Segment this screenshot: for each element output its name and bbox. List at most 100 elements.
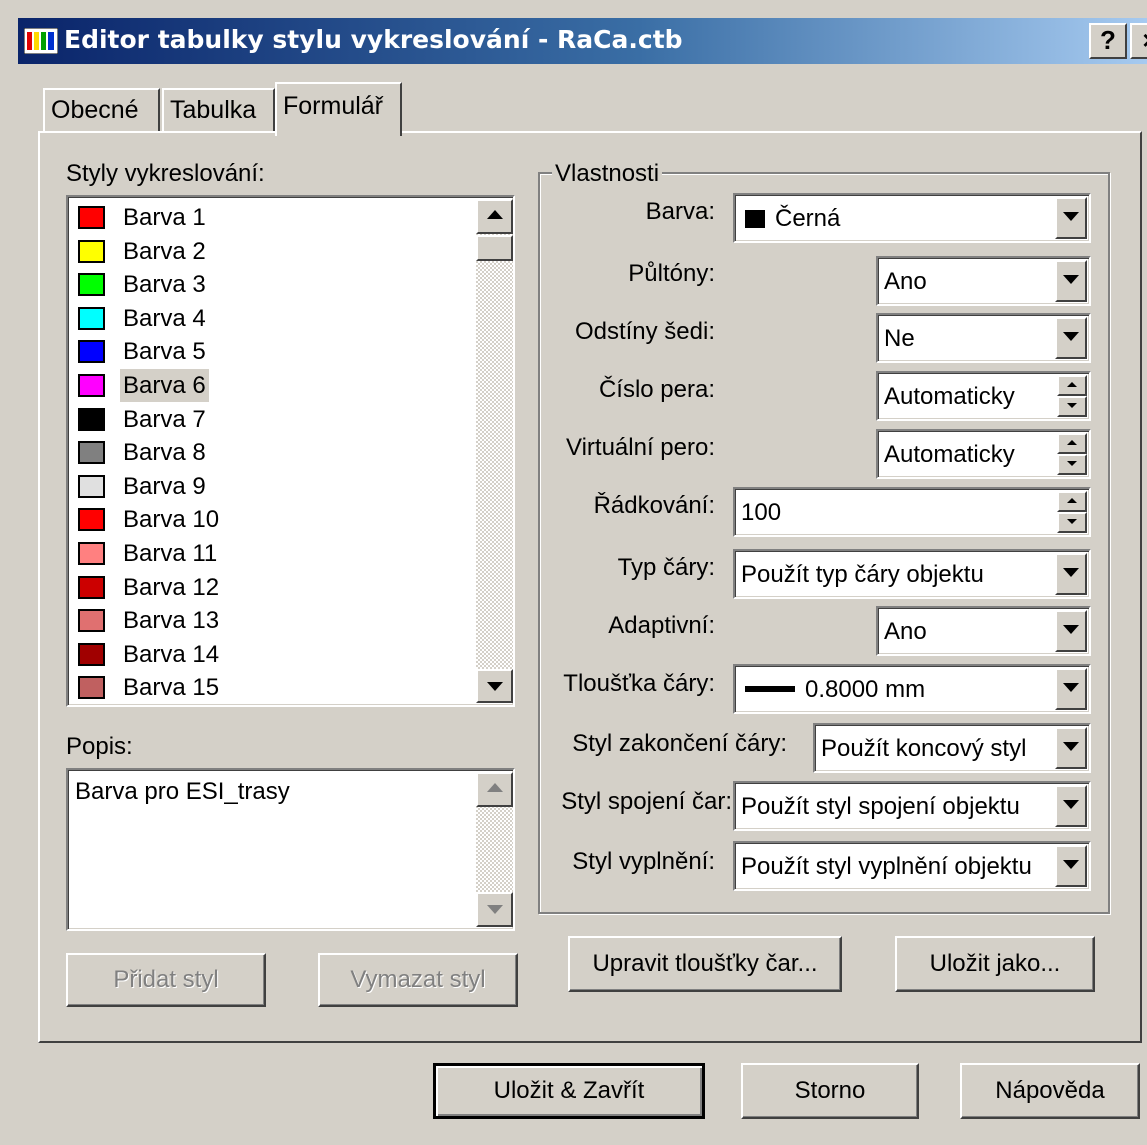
screening-stepper[interactable] [1057, 491, 1087, 533]
list-item-label: Barva 8 [123, 439, 206, 467]
description-label: Popis: [66, 733, 133, 760]
styles-list-label: Styly vykreslování: [66, 160, 265, 187]
title-bar[interactable]: Editor tabulky stylu vykreslování - RaCa… [18, 18, 1147, 64]
virtual-pen-stepper[interactable] [1057, 433, 1087, 475]
arrow-up-icon [1067, 440, 1077, 445]
chevron-down-icon [1063, 742, 1079, 751]
screening-value: 100 [741, 499, 782, 526]
line-join-dropdown-button[interactable] [1055, 785, 1087, 827]
tab-form[interactable]: Formulář [275, 82, 402, 136]
line-end-dropdown[interactable]: Použít koncový styl [813, 723, 1091, 773]
lineweight-preview-icon [745, 686, 795, 692]
decrement-button[interactable] [1057, 396, 1087, 417]
fill-dropdown-button[interactable] [1055, 845, 1087, 887]
cancel-button[interactable]: Storno [741, 1063, 919, 1119]
color-swatch [78, 441, 105, 465]
chevron-down-icon [1063, 568, 1079, 577]
grayscale-value: Ne [884, 325, 915, 352]
color-swatch [745, 210, 765, 228]
scroll-up-button[interactable] [476, 199, 513, 234]
grayscale-dropdown[interactable]: Ne [876, 313, 1091, 363]
grayscale-dropdown-button[interactable] [1055, 317, 1087, 359]
linetype-value: Použít typ čáry objektu [741, 561, 984, 588]
linetype-dropdown-button[interactable] [1055, 553, 1087, 595]
list-item-label: Barva 10 [123, 506, 220, 534]
desc-scroll-up-button[interactable] [476, 772, 513, 807]
arrow-down-icon [486, 682, 503, 691]
color-swatch [78, 575, 105, 599]
color-swatch [78, 609, 105, 633]
list-item-label: Barva 9 [123, 472, 206, 500]
lineweight-dropdown-button[interactable] [1055, 668, 1087, 710]
styles-list[interactable]: Barva 1 Barva 2 Barva 3 Barva 4 Barva 5 Barva… [66, 195, 515, 707]
color-swatch [78, 676, 105, 700]
line-end-label: Styl zakončení čáry: [572, 730, 787, 757]
dither-label: Půltóny: [628, 260, 715, 287]
save-as-button[interactable]: Uložit jako... [895, 936, 1095, 992]
color-swatch [78, 306, 105, 330]
arrow-up-icon [486, 783, 503, 792]
save-close-button[interactable]: Uložit & Zavřít [433, 1063, 705, 1119]
fill-value: Použít styl vyplnění objektu [741, 853, 1032, 880]
scroll-down-button[interactable] [476, 669, 513, 703]
scroll-thumb[interactable] [476, 235, 513, 261]
plot-style-table-icon [24, 28, 58, 54]
color-dropdown-button[interactable] [1055, 197, 1087, 239]
list-item-label: Barva 1 [123, 204, 206, 231]
arrow-up-icon [1067, 382, 1077, 387]
increment-button[interactable] [1057, 491, 1087, 512]
color-swatch [78, 374, 105, 397]
increment-button[interactable] [1057, 433, 1087, 454]
color-swatch [78, 474, 105, 498]
pen-number-spinner[interactable]: Automaticky [876, 371, 1091, 421]
close-button[interactable]: × [1130, 23, 1147, 59]
dither-dropdown-button[interactable] [1055, 260, 1087, 302]
line-end-dropdown-button[interactable] [1055, 727, 1087, 769]
decrement-button[interactable] [1057, 454, 1087, 475]
edit-lineweights-button[interactable]: Upravit tloušťky čar... [568, 936, 842, 992]
fill-dropdown[interactable]: Použít styl vyplnění objektu [733, 841, 1091, 891]
pen-number-value: Automaticky [884, 383, 1015, 410]
help-title-button[interactable]: ? [1089, 23, 1127, 59]
virtual-pen-spinner[interactable]: Automaticky [876, 429, 1091, 479]
tab-general[interactable]: Obecné [43, 88, 160, 132]
increment-button[interactable] [1057, 375, 1087, 396]
chevron-down-icon [1063, 212, 1079, 221]
lineweight-dropdown[interactable]: 0.8000 mm [733, 664, 1091, 714]
desc-scroll-down-button[interactable] [476, 892, 513, 927]
screening-label: Řádkování: [593, 492, 715, 519]
arrow-down-icon [486, 905, 503, 914]
chevron-down-icon [1063, 332, 1079, 341]
chevron-down-icon [1063, 860, 1079, 869]
help-button[interactable]: Nápověda [960, 1063, 1140, 1119]
styles-scrollbar[interactable] [476, 199, 513, 703]
linetype-dropdown[interactable]: Použít typ čáry objektu [733, 549, 1091, 599]
pen-number-stepper[interactable] [1057, 375, 1087, 417]
arrow-up-icon [1067, 498, 1077, 503]
tab-table[interactable]: Tabulka [162, 88, 275, 132]
description-scrollbar[interactable] [476, 772, 513, 927]
add-style-button[interactable]: Přidat styl [66, 953, 266, 1007]
lineweight-label: Tloušťka čáry: [563, 670, 715, 697]
list-item-label: Barva 13 [123, 607, 220, 635]
color-swatch [78, 206, 105, 229]
description-text: Barva pro ESI_trasy [75, 778, 290, 805]
line-join-dropdown[interactable]: Použít styl spojení objektu [733, 781, 1091, 831]
color-swatch [78, 273, 105, 297]
fill-label: Styl vyplnění: [572, 848, 715, 875]
adaptive-dropdown-button[interactable] [1055, 610, 1087, 652]
line-join-value: Použít styl spojení objektu [741, 793, 1020, 820]
linetype-label: Typ čáry: [617, 554, 715, 581]
virtual-pen-label: Virtuální pero: [566, 434, 715, 461]
color-label: Barva: [645, 198, 715, 225]
color-dropdown[interactable]: Černá [733, 193, 1091, 243]
description-textarea[interactable]: Barva pro ESI_trasy [66, 768, 515, 931]
arrow-down-icon [1067, 461, 1077, 466]
list-item-label: Barva 14 [123, 640, 220, 668]
adaptive-dropdown[interactable]: Ano [876, 606, 1091, 656]
decrement-button[interactable] [1057, 512, 1087, 533]
dither-dropdown[interactable]: Ano [876, 256, 1091, 306]
chevron-down-icon [1063, 800, 1079, 809]
screening-spinner[interactable]: 100 [733, 487, 1091, 537]
delete-style-button[interactable]: Vymazat styl [318, 953, 518, 1007]
